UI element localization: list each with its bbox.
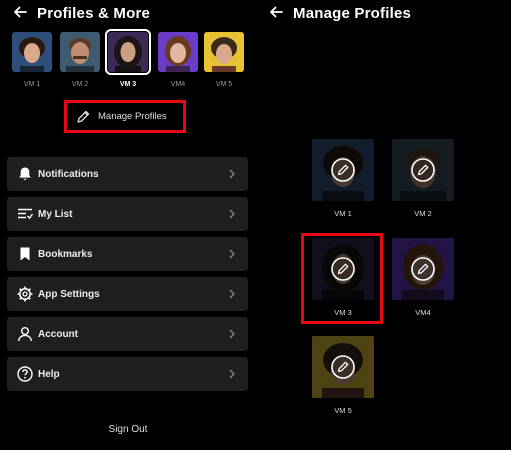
- pencil-icon: [77, 110, 90, 123]
- menu-item-app-settings[interactable]: App Settings: [7, 277, 248, 311]
- profile-name: VM 5: [334, 406, 352, 415]
- avatar: [204, 32, 244, 72]
- profile-name: VM 2: [414, 209, 432, 218]
- avatar: [312, 336, 374, 398]
- manage-profiles-button[interactable]: Manage Profiles: [64, 100, 186, 133]
- back-arrow-icon[interactable]: [268, 4, 284, 20]
- bell-icon: [19, 167, 31, 181]
- chevron-right-icon: [229, 289, 235, 299]
- header: Manage Profiles: [258, 3, 511, 22]
- manage-profile-vm4[interactable]: VM4: [392, 238, 454, 317]
- menu-item-notifications[interactable]: Notifications: [7, 157, 248, 191]
- settings-menu: Notifications My List Bookmarks App Sett…: [7, 157, 248, 397]
- menu-item-help[interactable]: Help: [7, 357, 248, 391]
- menu-item-label: Notifications: [38, 168, 99, 180]
- person-icon: [18, 327, 32, 342]
- manage-profiles-panel: Manage Profiles: [258, 0, 511, 450]
- profile-avatar-vm1[interactable]: VM 1: [12, 32, 52, 88]
- pencil-edit-icon: [411, 257, 435, 281]
- sign-out-button[interactable]: Sign Out: [0, 424, 256, 435]
- chevron-right-icon: [229, 329, 235, 339]
- back-arrow-icon[interactable]: [12, 4, 28, 20]
- avatar: [60, 32, 100, 72]
- profile-switcher: VM 1 VM 2 VM 3 VM4 VM 5: [12, 29, 244, 94]
- profile-name: VM 5: [215, 81, 233, 88]
- chevron-right-icon: [229, 249, 235, 259]
- menu-item-label: Account: [38, 328, 78, 340]
- profile-avatar-vm2[interactable]: VM 2: [60, 32, 100, 88]
- manage-profiles-label: Manage Profiles: [98, 111, 167, 122]
- profile-name: VM4: [170, 81, 186, 88]
- avatar: [158, 32, 198, 72]
- profiles-and-more-panel: Profiles & More VM 1 VM 2 VM 3 VM4 VM 5 …: [0, 0, 256, 450]
- profile-avatar-vm3[interactable]: VM 3: [105, 29, 151, 88]
- profile-avatar-vm4[interactable]: VM4: [158, 32, 198, 88]
- chevron-right-icon: [229, 209, 235, 219]
- menu-item-label: App Settings: [38, 288, 100, 300]
- manage-profile-vm5[interactable]: VM 5: [312, 336, 374, 415]
- page-title: Manage Profiles: [293, 5, 412, 22]
- header: Profiles & More: [0, 3, 256, 22]
- profile-avatar-vm5[interactable]: VM 5: [204, 32, 244, 88]
- manage-profile-vm1[interactable]: VM 1: [312, 139, 374, 218]
- chevron-right-icon: [229, 369, 235, 379]
- vm3-highlight-box: [301, 233, 383, 324]
- avatar: [12, 32, 52, 72]
- gear-icon: [17, 286, 33, 302]
- profile-name: VM 2: [71, 81, 89, 88]
- manage-profile-vm2[interactable]: VM 2: [392, 139, 454, 218]
- profile-name: VM4: [415, 308, 431, 317]
- pencil-edit-icon: [331, 355, 355, 379]
- menu-item-label: Help: [38, 368, 60, 380]
- avatar: [392, 139, 454, 201]
- avatar: [312, 139, 374, 201]
- help-icon: [17, 366, 33, 382]
- pencil-edit-icon: [411, 158, 435, 182]
- avatar: [105, 29, 151, 75]
- profile-name: VM 1: [334, 209, 352, 218]
- profile-name: VM 3: [119, 81, 137, 88]
- profile-name: VM 1: [23, 81, 41, 88]
- menu-item-account[interactable]: Account: [7, 317, 248, 351]
- chevron-right-icon: [229, 169, 235, 179]
- menu-item-label: My List: [38, 208, 73, 220]
- menu-item-my-list[interactable]: My List: [7, 197, 248, 231]
- pencil-edit-icon: [331, 158, 355, 182]
- menu-item-bookmarks[interactable]: Bookmarks: [7, 237, 248, 271]
- list-icon: [18, 208, 34, 220]
- bookmark-icon: [20, 247, 30, 261]
- avatar: [392, 238, 454, 300]
- page-title: Profiles & More: [37, 5, 151, 22]
- menu-item-label: Bookmarks: [38, 248, 93, 260]
